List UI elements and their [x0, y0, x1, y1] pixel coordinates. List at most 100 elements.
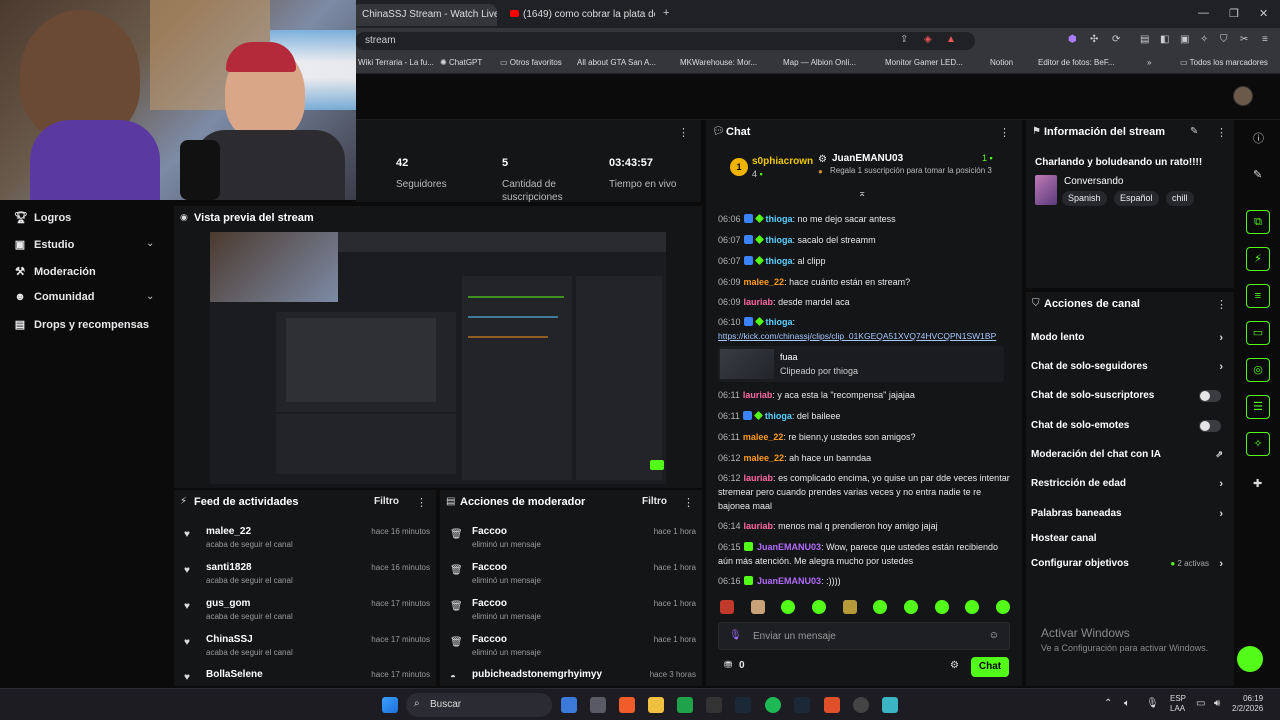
emoji-icon[interactable]: ☺ — [989, 630, 999, 641]
xbox-icon[interactable] — [677, 697, 693, 713]
rail-button[interactable]: ◎ — [1246, 358, 1270, 382]
action-age-restriction[interactable]: Restricción de edad › — [1031, 478, 1227, 490]
action-slow-mode[interactable]: Modo lento › — [1031, 332, 1227, 344]
send-chat-button[interactable]: Chat — [971, 657, 1009, 677]
msg-user[interactable]: malee_22 — [744, 453, 785, 463]
tab-kick-stream[interactable]: ChinaSSJ Stream - Watch Live on Kick — [352, 4, 497, 26]
action-host-channel[interactable]: Hostear canal — [1031, 533, 1227, 544]
rewards-icon[interactable]: ▲ — [946, 34, 956, 45]
msg-user[interactable]: lauriab — [744, 521, 774, 531]
feed-user[interactable]: santi1828 — [206, 562, 252, 573]
feed-user[interactable]: BollaSelene — [206, 669, 263, 680]
msg-user[interactable]: malee_22 — [743, 432, 784, 442]
brave-icon[interactable] — [619, 697, 635, 713]
emote-icon[interactable] — [842, 600, 857, 614]
leo-icon[interactable]: ✧ — [1200, 34, 1208, 45]
action-followers-only[interactable]: Chat de solo-seguidores › — [1031, 361, 1227, 373]
minimize-button[interactable]: — — [1198, 7, 1209, 19]
category-thumbnail[interactable] — [1035, 175, 1057, 205]
action-goals[interactable]: Configurar objetivos ● 2 activas › — [1031, 558, 1227, 570]
nav-drops[interactable]: ▤ Drops y recompensas — [14, 318, 149, 332]
tag-chip[interactable]: Español — [1114, 191, 1159, 206]
nav-comunidad[interactable]: ☻ Comunidad — [14, 291, 94, 303]
bookmark-folder[interactable]: ▭ Otros favoritos — [500, 58, 562, 67]
action-ai-moderation[interactable]: Moderación del chat con IA ⇗ — [1031, 449, 1227, 460]
pencil-icon[interactable]: ✎ — [1253, 168, 1262, 181]
vpn-icon[interactable]: ⛉ — [1220, 34, 1228, 45]
nav-estudio[interactable]: ▣ Estudio — [14, 238, 75, 252]
more-options-icon[interactable]: ⋮ — [678, 126, 689, 139]
steam-icon[interactable] — [735, 697, 751, 713]
mod-user[interactable]: Faccoo — [472, 598, 507, 609]
msg-user[interactable]: thioga — [766, 214, 793, 224]
emote-icon[interactable] — [873, 600, 888, 614]
msg-user[interactable]: JuanEMANU03 — [757, 576, 821, 586]
rail-button[interactable]: ⚡︎ — [1246, 247, 1270, 271]
maximize-button[interactable]: ❐ — [1229, 7, 1239, 20]
bookmark-item[interactable]: Monitor Gamer LED... — [885, 58, 963, 67]
tab-youtube[interactable]: (1649) como cobrar la plata de kick - — [500, 4, 655, 26]
chevron-down-icon[interactable]: ⌄ — [146, 238, 154, 249]
msg-user[interactable]: lauriab — [744, 473, 774, 483]
wallet-icon[interactable]: ▣ — [1180, 34, 1189, 45]
msg-user[interactable]: thioga — [766, 256, 793, 266]
bookmark-folder[interactable]: ▭ Todos los marcadores — [1180, 58, 1268, 67]
language-indicator[interactable]: ESP LAA — [1170, 694, 1186, 714]
nav-logros[interactable]: 🏆︎ Logros — [14, 211, 71, 225]
mod-user[interactable]: Faccoo — [472, 526, 507, 537]
action-banned-words[interactable]: Palabras baneadas › — [1031, 508, 1227, 520]
emote-icon[interactable] — [903, 600, 918, 614]
chevron-up-icon[interactable]: ⌃ — [1104, 698, 1112, 709]
settings-icon[interactable]: ⚙︎ — [950, 660, 959, 671]
rail-button[interactable]: ▭ — [1246, 321, 1270, 345]
sidebar-icon[interactable]: ◧ — [1160, 34, 1169, 45]
more-options-icon[interactable]: ⋮ — [999, 126, 1010, 139]
filter-button[interactable]: Filtro — [642, 496, 667, 507]
info-circle-icon[interactable]: ⓘ — [1253, 130, 1264, 146]
msg-user[interactable]: JuanEMANU03 — [757, 542, 821, 552]
folder-icon[interactable] — [648, 697, 664, 713]
feed-user[interactable]: malee_22 — [206, 526, 251, 537]
floating-action-button[interactable] — [1237, 646, 1263, 672]
sync-icon[interactable]: ⟳ — [1112, 34, 1120, 45]
msg-user[interactable]: malee_22 — [744, 277, 785, 287]
bookmark-item[interactable]: MKWarehouse: Mor... — [680, 58, 757, 67]
subs-only-toggle[interactable] — [1199, 390, 1221, 402]
clip-card[interactable]: fuaa Clipeado por thioga — [718, 346, 1004, 382]
app-icon[interactable] — [882, 697, 898, 713]
more-options-icon[interactable]: ⋮ — [416, 496, 427, 509]
url-bar[interactable]: stream — [355, 32, 975, 50]
new-tab-button[interactable]: + — [663, 7, 669, 19]
microphone-icon[interactable]: 🎙︎ — [729, 630, 742, 641]
msg-user[interactable]: thioga — [766, 235, 793, 245]
more-options-icon[interactable]: ⋮ — [683, 496, 694, 509]
bookmark-item[interactable]: All about GTA San A... — [577, 58, 656, 67]
top-gifter-name[interactable]: s0phiacrown — [752, 156, 813, 167]
filter-button[interactable]: Filtro — [374, 496, 399, 507]
mod-user[interactable]: Faccoo — [472, 562, 507, 573]
chat-input[interactable]: 🎙︎ Enviar un mensaje ☺ — [718, 622, 1010, 650]
tools-icon[interactable]: ✂ — [1240, 34, 1248, 45]
msg-user[interactable]: thioga — [766, 317, 793, 327]
rail-button[interactable]: ☰ — [1246, 395, 1270, 419]
preview-video[interactable] — [210, 232, 666, 484]
speaker-icon[interactable]: 🔈︎ — [1124, 698, 1130, 709]
more-options-icon[interactable]: ⋮ — [1216, 126, 1227, 139]
emote-icon[interactable] — [965, 600, 980, 614]
app-icon[interactable] — [590, 697, 606, 713]
brave-icon[interactable] — [824, 697, 840, 713]
feed-user[interactable]: ChinaSSJ — [206, 634, 253, 645]
emotes-only-toggle[interactable] — [1199, 420, 1221, 432]
emote-icon[interactable] — [811, 600, 826, 614]
msg-user[interactable]: lauriab — [744, 297, 774, 307]
clip-link[interactable]: https://kick.com/chinassj/clips/clip_01K… — [718, 329, 1014, 343]
close-window-button[interactable]: ✕ — [1259, 7, 1268, 20]
rail-button[interactable]: ✧ — [1246, 432, 1270, 456]
emote-icon[interactable] — [995, 600, 1010, 614]
rail-button[interactable]: ⧉ — [1246, 210, 1270, 234]
emote-icon[interactable] — [934, 600, 949, 614]
volume-icon[interactable]: 🔊︎ — [1214, 698, 1220, 709]
collapse-chevron-icon[interactable]: ⌅ — [858, 188, 866, 199]
menu-icon[interactable]: ≡ — [1262, 34, 1268, 45]
network-icon[interactable]: ▭ — [1196, 698, 1205, 709]
